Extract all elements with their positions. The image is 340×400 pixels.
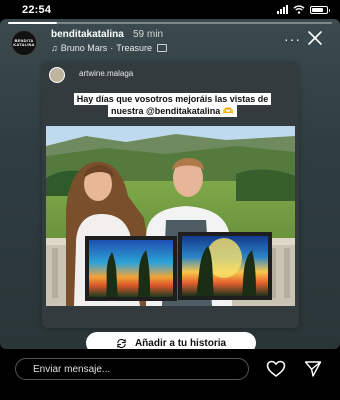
wifi-icon bbox=[293, 5, 305, 14]
shared-post-avatar bbox=[49, 67, 65, 83]
avatar[interactable]: BENDITA KATALINA bbox=[11, 30, 37, 56]
signal-icon bbox=[277, 5, 288, 14]
battery-icon bbox=[310, 5, 330, 14]
avatar-logo-text: BENDITA KATALINA bbox=[13, 38, 35, 47]
more-options-button[interactable]: ··· bbox=[284, 31, 301, 47]
shared-post-photo bbox=[46, 126, 295, 306]
close-icon[interactable] bbox=[306, 29, 324, 47]
send-icon[interactable] bbox=[304, 360, 322, 378]
shared-post-header: artwine.malaga bbox=[42, 63, 299, 87]
music-separator: · bbox=[110, 43, 114, 53]
shared-post-card[interactable]: artwine.malaga Hay días que vosotros mej… bbox=[42, 63, 299, 328]
add-to-story-button[interactable]: Añadir a tu historia bbox=[86, 332, 256, 349]
shared-post-caption: Hay días que vosotros mejoráis las vista… bbox=[60, 93, 285, 117]
shared-post-username[interactable]: artwine.malaga bbox=[79, 69, 133, 78]
caption-text: Hay días que vosotros mejoráis las vista… bbox=[73, 93, 272, 117]
story-username[interactable]: benditakatalina bbox=[51, 29, 124, 40]
explicit-icon bbox=[156, 44, 167, 52]
send-message-input[interactable] bbox=[15, 358, 249, 380]
music-artist: Bruno Mars bbox=[60, 43, 108, 53]
heart-icon[interactable] bbox=[266, 360, 286, 378]
add-to-story-label: Añadir a tu historia bbox=[134, 337, 227, 349]
music-note-icon: ♫ bbox=[51, 43, 58, 53]
story-time-ago: 59 min bbox=[133, 29, 164, 40]
status-time: 22:54 bbox=[22, 4, 52, 16]
story-viewer[interactable]: BENDITA KATALINA benditakatalina 59 min … bbox=[0, 19, 340, 349]
status-bar: 22:54 bbox=[0, 0, 340, 20]
status-icons bbox=[277, 5, 330, 14]
story-progress-bar bbox=[8, 22, 332, 24]
repost-icon bbox=[117, 338, 126, 348]
music-attribution[interactable]: ♫ Bruno Mars · Treasure bbox=[51, 43, 167, 53]
story-header: BENDITA KATALINA benditakatalina 59 min … bbox=[8, 27, 332, 57]
music-song: Treasure bbox=[116, 43, 152, 53]
reply-bar bbox=[0, 350, 340, 400]
